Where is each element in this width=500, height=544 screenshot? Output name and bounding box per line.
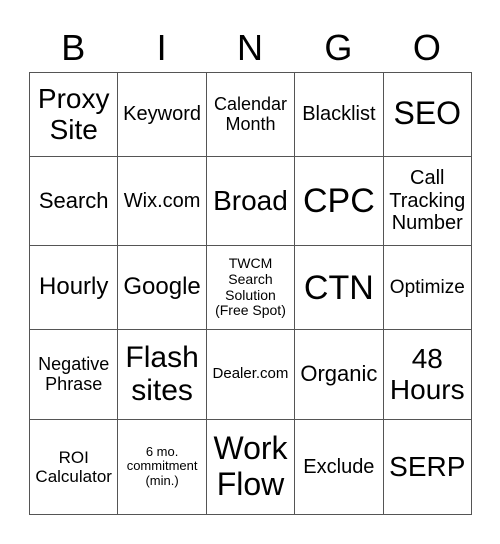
bingo-header: B I N G O <box>29 26 471 70</box>
bingo-cell[interactable]: Keyword <box>117 72 207 157</box>
bingo-cell[interactable]: TWCM Search Solution (Free Spot) <box>205 245 296 330</box>
bingo-cell[interactable]: Google <box>117 245 207 330</box>
bingo-cell[interactable]: Exclude <box>294 418 384 516</box>
bingo-cell[interactable]: Organic <box>294 328 384 420</box>
bingo-grid: Proxy Site Keyword Calendar Month Blacklist… <box>28 72 473 516</box>
bingo-cell[interactable]: Optimize <box>382 245 473 330</box>
bingo-cell[interactable]: Proxy Site <box>28 72 119 157</box>
bingo-cell[interactable]: Calendar Month <box>205 72 296 157</box>
grid-row: Hourly Google TWCM Search Solution (Free S… <box>28 245 473 330</box>
bingo-cell[interactable]: Wix.com <box>117 155 207 247</box>
bingo-cell[interactable]: Call Tracking Number <box>382 155 473 247</box>
grid-row: Search Wix.com Broad CPC Call Tracking Numbe… <box>28 155 473 247</box>
bingo-cell[interactable]: SEO <box>382 72 473 157</box>
grid-row: Negative Phrase Flash sites Dealer.com Orga… <box>28 328 473 420</box>
grid-row: Proxy Site Keyword Calendar Month Blacklist… <box>28 72 473 157</box>
bingo-cell[interactable]: Search <box>28 155 119 247</box>
bingo-cell[interactable]: Hourly <box>28 245 119 330</box>
header-letter: N <box>237 27 264 68</box>
bingo-cell[interactable]: Flash sites <box>117 328 207 420</box>
header-letter: O <box>412 27 441 68</box>
bingo-cell[interactable]: Blacklist <box>294 72 384 157</box>
bingo-cell[interactable]: Dealer.com <box>205 328 296 420</box>
bingo-cell[interactable]: Work Flow <box>205 418 296 516</box>
header-letter: I <box>156 27 167 68</box>
header-letter: B <box>61 27 86 68</box>
bingo-cell[interactable]: CPC <box>294 155 384 247</box>
bingo-cell[interactable]: 48 Hours <box>382 328 473 420</box>
bingo-cell[interactable]: Negative Phrase <box>28 328 119 420</box>
bingo-cell[interactable]: 6 mo. commitment (min.) <box>117 418 207 516</box>
grid-row: ROI Calculator 6 mo. commitment (min.) Wor… <box>28 418 473 516</box>
bingo-cell[interactable]: ROI Calculator <box>28 418 119 516</box>
bingo-cell[interactable]: Broad <box>205 155 296 247</box>
header-letter: G <box>324 27 353 68</box>
bingo-cell[interactable]: CTN <box>294 245 384 330</box>
bingo-cell[interactable]: SERP <box>382 418 473 516</box>
